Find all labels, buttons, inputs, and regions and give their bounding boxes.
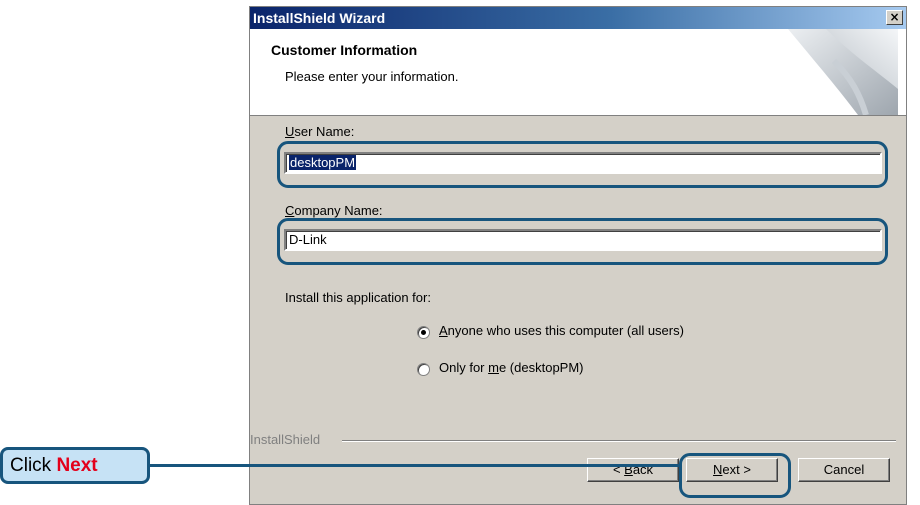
back-button[interactable]: < Back xyxy=(587,458,679,482)
title-bar[interactable]: InstallShield Wizard × xyxy=(250,7,906,29)
radio-all-users[interactable] xyxy=(417,326,430,339)
window-title: InstallShield Wizard xyxy=(253,10,386,26)
user-name-label: User Name: xyxy=(285,124,355,139)
footer-divider xyxy=(342,440,896,442)
company-name-label: Company Name: xyxy=(285,203,383,218)
next-button-highlight xyxy=(679,453,791,498)
close-icon: × xyxy=(889,10,900,24)
company-name-highlight xyxy=(277,218,888,265)
user-name-highlight xyxy=(277,141,888,188)
cancel-button[interactable]: Cancel xyxy=(798,458,890,482)
install-for-label: Install this application for: xyxy=(285,290,431,305)
radio-only-me-label[interactable]: Only for me (desktopPM) xyxy=(439,360,584,375)
close-button[interactable]: × xyxy=(886,10,903,25)
page-title: Customer Information xyxy=(271,42,418,58)
radio-selected-dot-icon xyxy=(421,330,426,335)
click-next-callout: Click Next xyxy=(0,447,150,484)
wizard-header-art-icon xyxy=(788,29,898,115)
wizard-header: Customer Information Please enter your i… xyxy=(250,29,906,116)
page-subtitle: Please enter your information. xyxy=(285,69,459,84)
radio-all-users-label[interactable]: Anyone who uses this computer (all users… xyxy=(439,323,684,338)
installshield-brand-label: InstallShield xyxy=(250,432,321,447)
callout-connector-line xyxy=(150,464,682,467)
radio-only-me[interactable] xyxy=(417,363,430,376)
